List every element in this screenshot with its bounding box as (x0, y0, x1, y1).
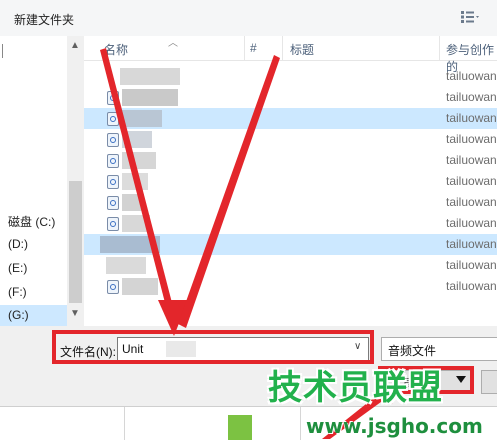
audio-file-icon (107, 280, 119, 294)
author-cell: tailuowan (446, 69, 497, 83)
list-item[interactable]: tailuowan (84, 66, 497, 87)
column-divider[interactable] (439, 36, 440, 60)
filename-highlight-box (52, 330, 374, 364)
nav-item-drive-f[interactable]: (F:) (8, 285, 27, 299)
column-number[interactable]: # (250, 41, 257, 55)
list-item[interactable]: tailuowan (84, 171, 497, 192)
blurred-filename (122, 278, 158, 295)
nav-item-drive-c[interactable]: 磁盘 (C:) (8, 213, 55, 230)
blurred-filename (122, 173, 148, 190)
author-cell: tailuowan (446, 90, 497, 104)
list-item[interactable]: tailuowan (84, 192, 497, 213)
divider (124, 407, 125, 440)
author-cell: tailuowan (446, 258, 497, 272)
blurred-filename (122, 215, 150, 232)
audio-file-icon (107, 154, 119, 168)
audio-file-icon (107, 175, 119, 189)
column-title[interactable]: 标题 (290, 41, 314, 58)
blurred-filename (122, 89, 178, 106)
blurred-filename (100, 236, 160, 253)
file-type-select[interactable]: 音频文件 (381, 337, 497, 361)
list-item[interactable]: tailuowan (84, 129, 497, 150)
list-item[interactable]: tailuowan (84, 213, 497, 234)
watermark-text: 技术员联盟 (268, 368, 443, 408)
sort-ascending-icon: ︿ (168, 38, 178, 49)
file-type-value: 音频文件 (388, 344, 437, 358)
audio-file-icon (107, 112, 119, 126)
file-list: ︿ 名称 # 标题 参与创作的 tailuowan tailuowan tail… (84, 36, 497, 326)
author-cell: tailuowan (446, 237, 497, 251)
blurred-filename (122, 194, 144, 211)
column-header: ︿ 名称 # 标题 参与创作的 (84, 36, 497, 74)
nav-item-drive-e[interactable]: (E:) (8, 261, 27, 275)
author-cell: tailuowan (446, 153, 497, 167)
divider (300, 407, 301, 440)
audio-file-icon (107, 133, 119, 147)
list-item[interactable]: tailuowan (84, 87, 497, 108)
nav-item-drive-g[interactable]: (G:) (0, 305, 72, 326)
view-options-icon[interactable] (460, 10, 480, 24)
save-button[interactable] (481, 370, 497, 394)
toolbar: 新建文件夹 (0, 0, 497, 37)
nav-scrollbar-thumb[interactable] (69, 181, 82, 303)
blurred-filename (120, 68, 180, 85)
tree-line (2, 44, 9, 58)
background-graphic (228, 415, 252, 440)
author-cell: tailuowan (446, 216, 497, 230)
column-divider[interactable] (244, 36, 245, 60)
blurred-filename (122, 131, 152, 148)
blurred-filename (106, 257, 146, 274)
navigation-pane: 磁盘 (C:) (D:) (E:) (F:) (G:) ▲ ▼ (0, 36, 84, 326)
audio-file-icon (107, 196, 119, 210)
audio-file-icon (107, 91, 119, 105)
author-cell: tailuowan (446, 132, 497, 146)
scroll-down-icon[interactable]: ▼ (70, 308, 80, 319)
nav-item-drive-d[interactable]: (D:) (8, 237, 28, 251)
list-item[interactable]: tailuowan (84, 276, 497, 297)
list-item[interactable]: tailuowan (84, 108, 497, 129)
author-cell: tailuowan (446, 111, 497, 125)
scroll-up-icon[interactable]: ▲ (70, 40, 80, 51)
list-item-selected[interactable]: tailuowan (84, 234, 497, 255)
author-cell: tailuowan (446, 174, 497, 188)
new-folder-button[interactable]: 新建文件夹 (14, 11, 74, 28)
list-item[interactable]: tailuowan (84, 150, 497, 171)
watermark-url: www.jsgho.com (306, 414, 483, 438)
audio-file-icon (107, 217, 119, 231)
column-name[interactable]: 名称 (104, 41, 128, 58)
author-cell: tailuowan (446, 279, 497, 293)
author-cell: tailuowan (446, 195, 497, 209)
blurred-filename (122, 152, 156, 169)
list-item[interactable]: tailuowan (84, 255, 497, 276)
column-divider[interactable] (282, 36, 283, 60)
blurred-filename (122, 110, 162, 127)
